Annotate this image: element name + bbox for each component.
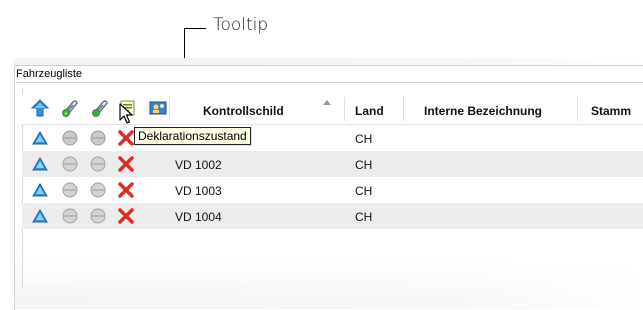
status-sphere-icon	[62, 156, 78, 172]
move-up-icon[interactable]	[31, 181, 49, 199]
delete-x-icon[interactable]	[117, 155, 135, 173]
cell-land: CH	[355, 132, 373, 146]
move-up-icon[interactable]	[30, 98, 50, 118]
status-sphere-icon	[90, 182, 106, 198]
status-sphere-icon	[62, 182, 78, 198]
column-header-kontrollschild[interactable]: Kontrollschild	[203, 104, 284, 118]
delete-x-icon[interactable]	[117, 129, 135, 147]
mouse-pointer-icon	[119, 103, 133, 124]
callout-label: Tooltip	[213, 15, 269, 35]
cell-kontrollschild: VD 1002	[175, 158, 222, 172]
table-row[interactable]	[22, 125, 643, 151]
delete-x-icon[interactable]	[117, 207, 135, 225]
table-row[interactable]	[22, 203, 643, 229]
group-title: Fahrzeugliste	[16, 68, 83, 80]
move-up-icon[interactable]	[31, 129, 49, 147]
callout-line	[184, 28, 206, 29]
cell-kontrollschild: VD 1003	[175, 184, 222, 198]
column-header-stamm[interactable]: Stamm	[591, 104, 631, 118]
column-separator	[577, 97, 578, 121]
cell-kontrollschild: VD 1004	[175, 210, 222, 224]
tooltip: Deklarationszustand	[134, 127, 251, 145]
column-separator	[344, 97, 345, 121]
attachment-icon[interactable]	[90, 98, 110, 118]
attachment-add-icon[interactable]: +	[60, 98, 80, 118]
cell-land: CH	[355, 210, 373, 224]
cell-land: CH	[355, 158, 373, 172]
table-row[interactable]	[22, 151, 643, 177]
sort-ascending-icon	[323, 100, 331, 105]
status-sphere-icon	[90, 208, 106, 224]
cell-land: CH	[355, 184, 373, 198]
column-separator	[403, 97, 404, 121]
delete-x-icon[interactable]	[117, 181, 135, 199]
column-header-land[interactable]: Land	[355, 104, 384, 118]
group-divider	[16, 82, 643, 83]
move-up-icon[interactable]	[31, 207, 49, 225]
column-separator	[169, 97, 170, 121]
status-sphere-icon	[90, 156, 106, 172]
move-up-icon[interactable]	[31, 155, 49, 173]
status-sphere-icon	[90, 130, 106, 146]
user-group-icon[interactable]	[148, 98, 168, 118]
column-header-interne-bezeichnung[interactable]: Interne Bezeichnung	[424, 104, 542, 118]
grid-header	[22, 95, 643, 125]
table-row[interactable]	[22, 177, 643, 203]
status-sphere-icon	[62, 130, 78, 146]
svg-text:+: +	[64, 112, 68, 118]
status-sphere-icon	[62, 208, 78, 224]
